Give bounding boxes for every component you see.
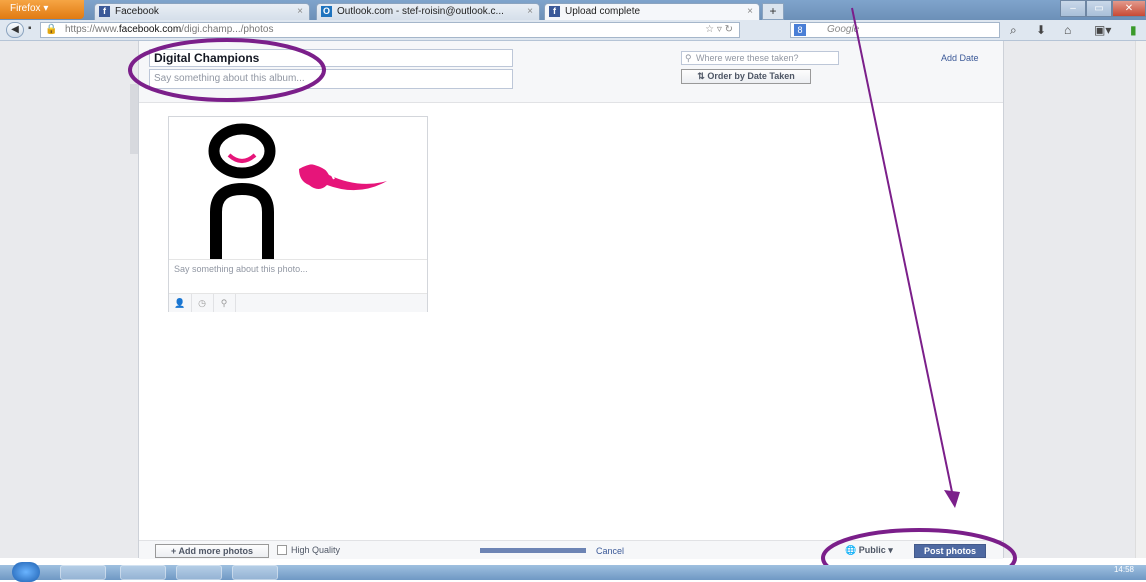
close-tab-icon[interactable]: × [527,4,533,19]
back-button[interactable]: ◀ [6,22,24,38]
location-pin-icon: ⚲ [685,53,692,63]
download-icon[interactable]: ⬇ [1036,23,1046,37]
facebook-icon: f [99,6,110,17]
taskbar-word-icon[interactable] [232,565,278,580]
album-upload-dialog: Digital Champions Say something about th… [138,41,1004,559]
upload-progress-bar [480,548,586,553]
uploaded-photo[interactable] [169,117,427,259]
facebook-icon: f [549,6,560,17]
photo-actions-bar: 👤 ◷ ⚲ [169,293,427,312]
url-bar[interactable]: 🔒 https://www.facebook.com/digi.champ...… [40,22,740,38]
google-icon: 8 [794,24,806,36]
taskbar-media-icon[interactable] [60,565,106,580]
close-tab-icon[interactable]: × [747,4,753,19]
maximize-button[interactable]: ▭ [1086,0,1112,17]
album-details-header: Digital Champions Say something about th… [139,41,1003,103]
high-quality-label: High Quality [291,545,341,555]
page-scrollbar[interactable] [1135,41,1146,558]
home-icon[interactable]: ⌂ [1064,23,1071,37]
album-location-input[interactable]: ⚲ Where were these taken? [681,51,839,65]
tag-person-icon[interactable]: 👤 [169,294,192,312]
bookmarks-icon[interactable]: ▣▾ [1094,23,1111,37]
minimize-button[interactable]: – [1060,0,1086,17]
cancel-link[interactable]: Cancel [596,546,624,556]
navigation-bar: ◀ ▪ 🔒 https://www.facebook.com/digi.cham… [0,20,1146,41]
post-photos-button[interactable]: Post photos [914,544,986,558]
search-icon[interactable]: ⌕ [1010,23,1017,38]
search-input[interactable]: 8 Google [790,22,1000,38]
windows-taskbar: 14:58 [0,562,1146,582]
tab-outlook[interactable]: O Outlook.com - stef-roisin@outlook.c...… [316,3,540,20]
close-window-button[interactable]: ✕ [1112,0,1146,17]
album-description-input[interactable]: Say something about this album... [149,69,513,89]
signal-icon: ▮ [1130,23,1137,37]
left-sidebar-strip [130,84,138,154]
upload-progress-fill [480,548,586,553]
album-title-input[interactable]: Digital Champions [149,49,513,67]
location-pin-icon[interactable]: ⚲ [213,294,236,312]
close-tab-icon[interactable]: × [297,4,303,19]
add-more-photos-button[interactable]: + Add more photos [155,544,269,558]
taskbar-explorer-icon[interactable] [176,565,222,580]
tab-facebook[interactable]: f Facebook × [94,3,310,20]
outlook-icon: O [321,6,332,17]
globe-icon: 🌐 [845,545,857,555]
new-tab-button[interactable]: + [762,3,784,20]
high-quality-checkbox[interactable] [277,545,287,555]
page-info-icon[interactable]: ▪ [28,23,32,34]
start-button[interactable] [12,562,40,582]
window-controls: – ▭ ✕ [1060,0,1146,18]
privacy-selector[interactable]: 🌐 Public ▾ [845,545,893,556]
lock-icon: 🔒 [45,24,58,35]
taskbar-firefox-icon[interactable] [120,565,166,580]
photo-card: Say something about this photo... 👤 ◷ ⚲ [168,116,428,312]
firefox-menu-button[interactable]: Firefox ▾ [0,0,84,19]
clock-icon[interactable]: ◷ [191,294,214,312]
add-date-link[interactable]: Add Date [941,53,979,63]
order-by-date-button[interactable]: ⇅ Order by Date Taken [681,69,811,84]
bookmark-star-icon[interactable]: ☆ ▿ ↻ [705,23,733,37]
system-clock: 14:58 [1113,565,1134,574]
photo-caption-input[interactable]: Say something about this photo... [169,259,427,295]
tab-upload-complete[interactable]: f Upload complete × [544,3,760,20]
dialog-footer: + Add more photos High Quality Cancel 🌐 … [139,540,1003,559]
digital-champions-logo-image [208,123,387,259]
browser-tab-bar: Firefox ▾ f Facebook × O Outlook.com - s… [0,0,1146,20]
